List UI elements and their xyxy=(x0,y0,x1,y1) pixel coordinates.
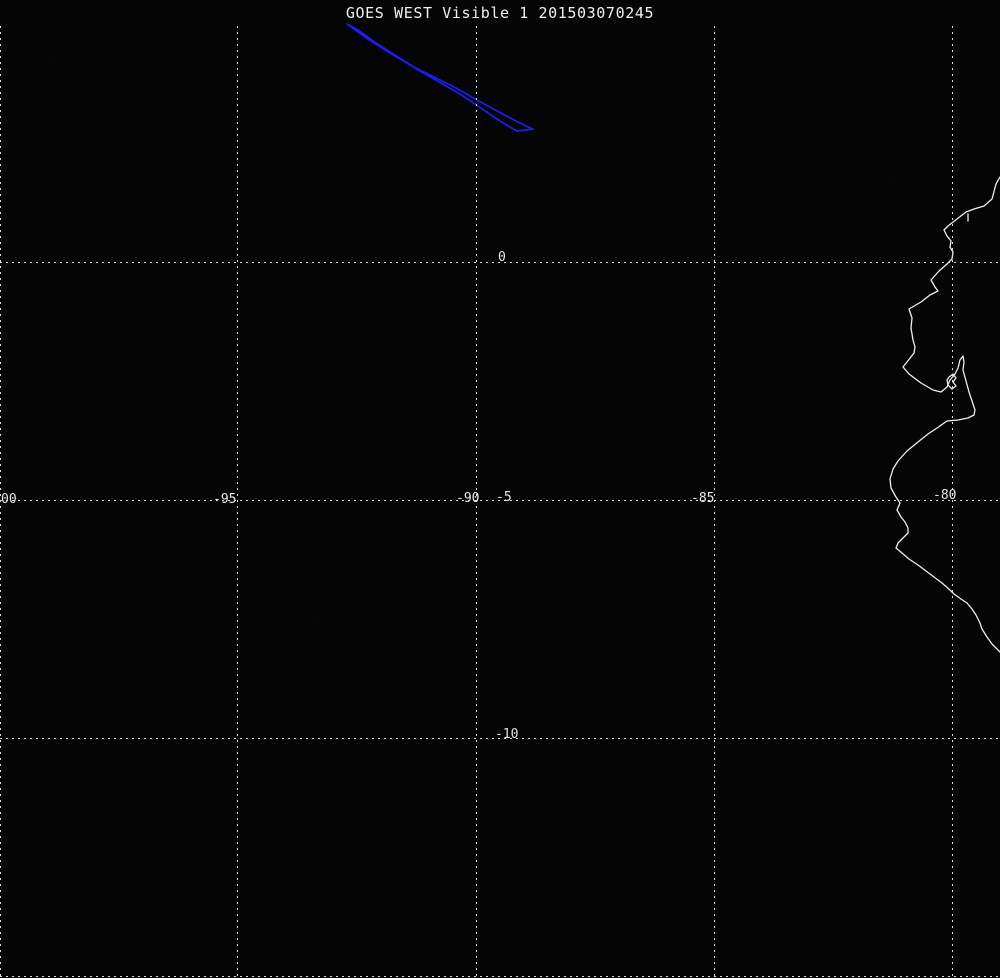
lat-label--5: -5 xyxy=(496,490,512,505)
lat-label-0: 0 xyxy=(498,250,506,265)
lon-label--100-clipped: 00 xyxy=(1,492,17,507)
lon-label--85: -85 xyxy=(691,491,715,506)
lon-label--95: -95 xyxy=(213,492,237,507)
image-noise xyxy=(0,0,1000,978)
satellite-display: GOES WEST Visible 1 201503070245 00 -95 … xyxy=(0,0,1000,978)
lat-label--10: -10 xyxy=(495,727,519,742)
lon-label--90: -90 xyxy=(456,491,480,506)
map-overlay-canvas xyxy=(0,0,1000,978)
image-title: GOES WEST Visible 1 201503070245 xyxy=(345,4,655,22)
gridline-lat--15 xyxy=(0,976,1000,977)
gridline-lon--95 xyxy=(237,26,238,978)
lon-label--80: -80 xyxy=(933,488,957,503)
